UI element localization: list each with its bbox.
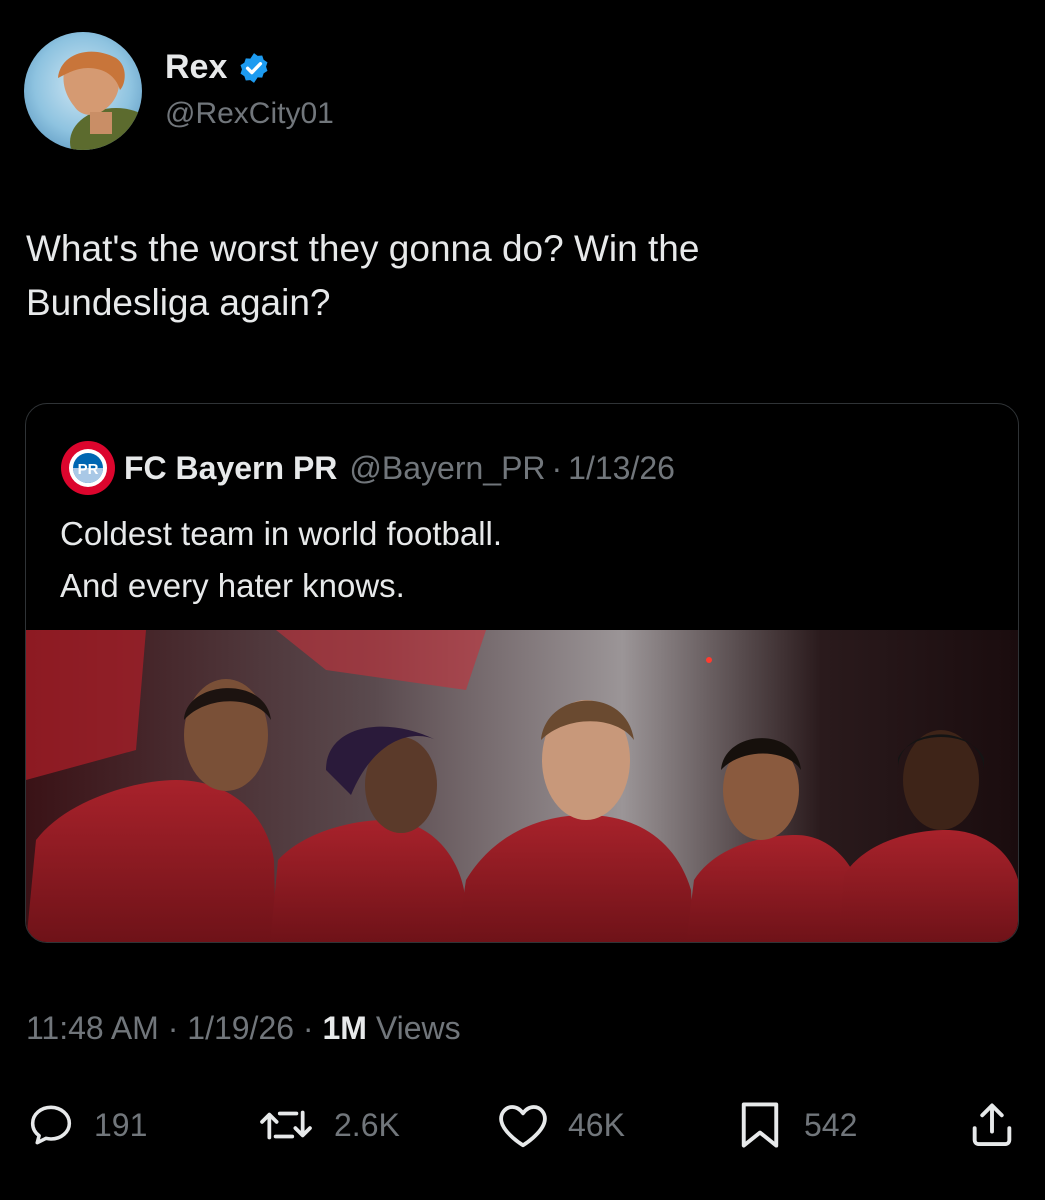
retweet-button[interactable]: 2.6K xyxy=(256,1095,400,1155)
bookmark-count: 542 xyxy=(804,1106,858,1143)
action-bar: 191 2.6K 46K 542 xyxy=(0,1095,1045,1155)
quoted-handle[interactable]: @Bayern_PR xyxy=(349,450,545,487)
bookmark-icon xyxy=(741,1102,779,1148)
author-display-name[interactable]: Rex xyxy=(165,48,227,87)
like-button[interactable]: 46K xyxy=(496,1095,625,1155)
avatar-portrait-image xyxy=(58,51,142,150)
share-icon xyxy=(972,1103,1012,1147)
retweet-count: 2.6K xyxy=(334,1106,400,1143)
author-avatar[interactable] xyxy=(24,32,142,150)
meta-separator-1: · xyxy=(167,1010,179,1046)
reply-count: 191 xyxy=(94,1106,148,1143)
share-button[interactable] xyxy=(966,1095,1018,1155)
quoted-display-name[interactable]: FC Bayern PR xyxy=(124,450,337,487)
quoted-separator: · xyxy=(551,449,563,486)
tweet-time[interactable]: 11:48 AM xyxy=(26,1010,159,1046)
meta-separator-2: · xyxy=(302,1010,314,1046)
views-count: 1M xyxy=(322,1010,367,1046)
quoted-tweet-text: Coldest team in world football. And ever… xyxy=(60,515,503,604)
views-label: Views xyxy=(375,1010,461,1046)
quoted-date[interactable]: 1/13/26 xyxy=(568,450,675,487)
tweet-text: What's the worst they gonna do? Win the … xyxy=(26,228,700,323)
bayern-pr-logo-icon[interactable]: PR xyxy=(60,440,116,496)
like-count: 46K xyxy=(568,1106,625,1143)
quoted-tweet-photo[interactable] xyxy=(26,630,1019,943)
heart-icon xyxy=(499,1105,547,1148)
quoted-tweet-card[interactable]: PR FC Bayern PR @Bayern_PR · 1/13/26 Col… xyxy=(25,403,1019,943)
quoted-tweet-header: PR FC Bayern PR @Bayern_PR · 1/13/26 xyxy=(60,440,675,496)
author-handle[interactable]: @RexCity01 xyxy=(165,97,334,131)
bookmark-button[interactable]: 542 xyxy=(734,1095,857,1155)
retweet-icon xyxy=(260,1110,312,1140)
tweet-date[interactable]: 1/19/26 xyxy=(187,1010,294,1046)
reply-icon xyxy=(30,1105,72,1145)
verified-badge-icon[interactable] xyxy=(237,51,271,85)
logo-letters: PR xyxy=(78,461,99,478)
reply-button[interactable]: 191 xyxy=(26,1095,147,1155)
tweet-meta: 11:48 AM · 1/19/26 · 1M Views xyxy=(26,1010,461,1047)
author-name-row: Rex xyxy=(165,48,271,87)
